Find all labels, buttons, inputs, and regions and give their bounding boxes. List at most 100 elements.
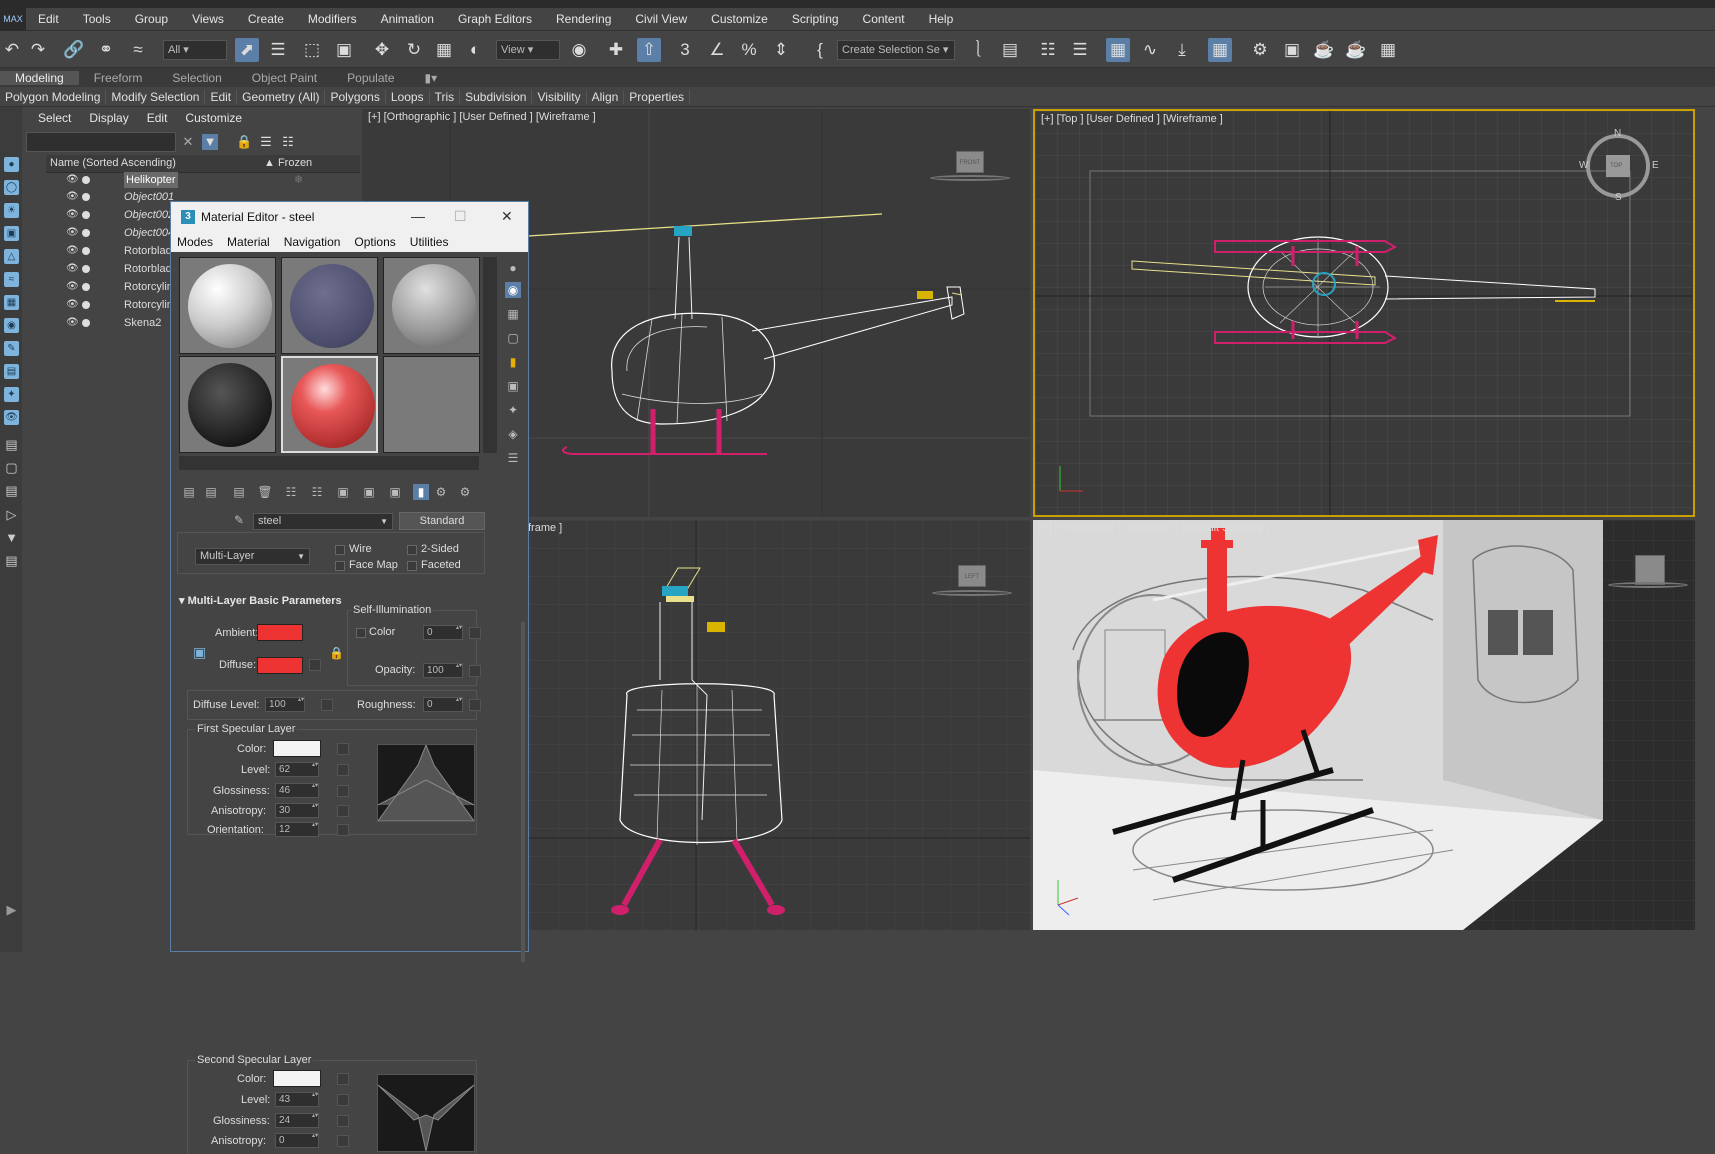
second-specular-color-map[interactable] — [337, 1073, 349, 1085]
display-xrefs-icon[interactable]: ◉ — [4, 318, 19, 333]
menu-modifiers[interactable]: Modifiers — [296, 12, 369, 26]
panel-polygon-modeling[interactable]: Polygon Modeling — [0, 89, 107, 104]
reference-coord-dropdown[interactable]: View ▾ — [496, 40, 560, 60]
render-dot-icon[interactable] — [82, 247, 90, 255]
keyboard-shortcut-toggle-icon[interactable]: ⇧ — [637, 38, 661, 62]
mirror-icon[interactable]: ⎱ — [966, 38, 990, 62]
chevron-down-icon[interactable]: ▼ — [380, 514, 388, 529]
scale-icon[interactable]: ▦ — [432, 38, 456, 62]
eye-icon[interactable]: 👁 — [66, 261, 79, 277]
explorer-menu-display[interactable]: Display — [89, 111, 128, 125]
sample-slot[interactable] — [281, 257, 378, 354]
self-illum-map-button[interactable] — [469, 627, 481, 639]
select-manipulate-icon[interactable]: ✚ — [604, 38, 628, 62]
menu-navigation[interactable]: Navigation — [284, 235, 341, 249]
second-specular-color-swatch[interactable] — [273, 1070, 321, 1087]
viewport-perspective[interactable]: [+] [Perspective ] [Standard ] [Default … — [1033, 520, 1695, 930]
close-icon[interactable]: ✕ — [501, 208, 513, 225]
display-helpers-icon[interactable]: △ — [4, 249, 19, 264]
selection-filter-dropdown[interactable]: All ▾ — [163, 40, 227, 60]
first-level-map[interactable] — [337, 764, 349, 776]
viewport-label[interactable]: [+] [Top ] [User Defined ] [Wireframe ] — [1041, 113, 1223, 125]
panel-subdivision[interactable]: Subdivision — [460, 89, 533, 104]
background-icon[interactable]: ▦ — [505, 306, 521, 322]
display-particles-icon[interactable]: ✦ — [4, 387, 19, 402]
make-unique-icon[interactable]: ☷ — [309, 484, 325, 500]
diffuse-level-spinner[interactable]: 100 — [265, 697, 305, 712]
redo-icon[interactable]: ↷ — [26, 38, 50, 62]
collapse-arrow-icon[interactable]: ▶ — [4, 902, 19, 917]
named-selection-dropdown[interactable]: Create Selection Se ▾ — [837, 40, 955, 60]
panel-visibility[interactable]: Visibility — [532, 89, 587, 104]
eye-icon[interactable]: 👁 — [66, 315, 79, 331]
viewcube-icon[interactable]: LEFT — [958, 565, 986, 587]
first-anisotropy-spinner[interactable]: 30 — [275, 803, 319, 818]
ambient-swatch[interactable] — [257, 624, 303, 641]
snaps-toggle-icon[interactable]: 3 — [673, 38, 697, 62]
render-dot-icon[interactable] — [82, 229, 90, 237]
first-level-spinner[interactable]: 62 — [275, 762, 319, 777]
uv-tiling-icon[interactable]: ▢ — [505, 330, 521, 346]
select-filter-icon[interactable]: ▼ — [202, 134, 218, 150]
shader-dropdown[interactable]: Multi-Layer ▼ — [195, 548, 310, 565]
percent-snap-icon[interactable]: % — [737, 38, 761, 62]
panel-modify-selection[interactable]: Modify Selection — [106, 89, 206, 104]
sample-slot[interactable] — [383, 257, 480, 354]
menu-options[interactable]: Options — [354, 235, 395, 249]
display-shapes-icon[interactable]: ◯ — [4, 180, 19, 195]
render-activeshade-icon[interactable]: ▦ — [1376, 38, 1400, 62]
opacity-map-button[interactable] — [469, 665, 481, 677]
eye-icon[interactable]: 👁 — [66, 225, 79, 241]
link-colors-icon[interactable]: ▣ — [193, 644, 206, 661]
first-specular-color-map[interactable] — [337, 743, 349, 755]
copy-material-icon[interactable]: ☷ — [283, 484, 299, 500]
curve-editor-icon[interactable]: ∿ — [1138, 38, 1162, 62]
display-groups-icon[interactable]: ▦ — [4, 295, 19, 310]
diffuse-level-map-button[interactable] — [321, 699, 333, 711]
select-object-icon[interactable]: ⬈ — [235, 38, 259, 62]
material-name-input[interactable]: steel ▼ — [253, 513, 393, 530]
first-glossiness-map[interactable] — [337, 785, 349, 797]
spinner-snap-icon[interactable]: ⇕ — [769, 38, 793, 62]
menu-modes[interactable]: Modes — [177, 235, 213, 249]
viewcube-ring[interactable] — [932, 590, 1012, 596]
unlink-icon[interactable]: ⚭ — [94, 38, 118, 62]
panel-tris[interactable]: Tris — [430, 89, 461, 104]
display-bones-icon[interactable]: ✎ — [4, 341, 19, 356]
chevron-down-icon[interactable]: ▼ — [297, 549, 305, 564]
menu-graph-editors[interactable]: Graph Editors — [446, 12, 544, 26]
rotate-icon[interactable]: ↻ — [402, 38, 426, 62]
explorer-menu-select[interactable]: Select — [38, 111, 71, 125]
panel-loops[interactable]: Loops — [386, 89, 430, 104]
material-editor-icon[interactable]: ▦ — [1208, 38, 1232, 62]
eye-icon[interactable]: 👁 — [66, 279, 79, 295]
render-dot-icon[interactable] — [82, 265, 90, 273]
display-all-icon[interactable]: ▤ — [4, 437, 19, 452]
lock-icon[interactable]: 🔒 — [236, 134, 252, 150]
menu-animation[interactable]: Animation — [369, 12, 446, 26]
display-spacewarps-icon[interactable]: ≈ — [4, 272, 19, 287]
make-preview-icon[interactable]: ▣ — [505, 378, 521, 394]
tab-populate[interactable]: Populate — [332, 71, 409, 85]
display-invert-icon[interactable]: ▤ — [4, 483, 19, 498]
material-type-button[interactable]: Standard — [399, 512, 485, 530]
hierarchy-icon[interactable]: ☰ — [258, 134, 274, 150]
first-anisotropy-map[interactable] — [337, 805, 349, 817]
self-illum-color-checkbox[interactable] — [356, 628, 366, 638]
reset-map-icon[interactable]: 🗑 — [257, 484, 273, 500]
menu-group[interactable]: Group — [123, 12, 180, 26]
select-by-material-icon[interactable]: ◈ — [505, 426, 521, 442]
menu-help[interactable]: Help — [917, 12, 966, 26]
options-icon[interactable]: ✦ — [505, 402, 521, 418]
put-to-scene-icon[interactable]: ▤ — [203, 484, 219, 500]
go-forward-sibling-icon[interactable]: ⚙ — [457, 484, 473, 500]
menu-material[interactable]: Material — [227, 235, 270, 249]
render-dot-icon[interactable] — [82, 283, 90, 291]
render-dot-icon[interactable] — [82, 176, 90, 184]
panel-properties[interactable]: Properties — [624, 89, 690, 104]
second-glossiness-spinner[interactable]: 24 — [275, 1113, 319, 1128]
menu-create[interactable]: Create — [236, 12, 296, 26]
render-dot-icon[interactable] — [82, 193, 90, 201]
app-logo-icon[interactable]: MAX — [0, 7, 26, 31]
self-illum-spinner[interactable]: 0 — [423, 625, 463, 640]
